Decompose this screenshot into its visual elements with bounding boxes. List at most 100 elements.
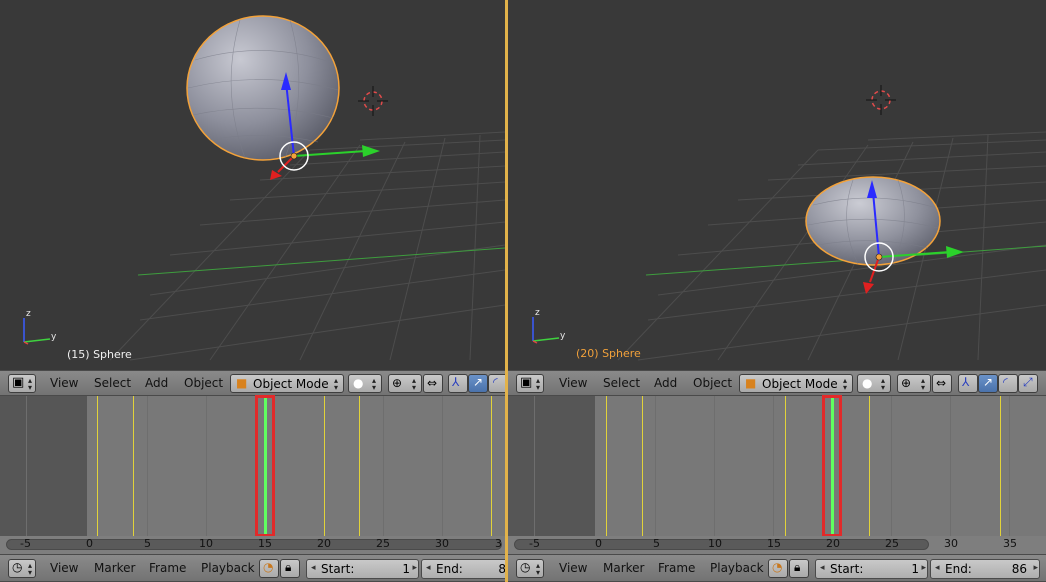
orange-cube-icon: ■ — [236, 376, 248, 390]
menu-frame[interactable]: Frame — [658, 561, 695, 575]
translate-button[interactable]: ↗ — [978, 374, 998, 393]
end-frame-field[interactable]: ◂ End: 86 ▸ — [930, 559, 1040, 579]
viewport-shading-dropdown[interactable]: ● ▴ ▾ — [857, 374, 891, 393]
end-label: End: — [945, 562, 972, 576]
manipulator-icon: ⇔ — [936, 376, 947, 390]
frame-ruler[interactable]: -5 0 5 10 15 20 25 30 35 — [508, 536, 1046, 554]
timeline-area[interactable] — [0, 395, 505, 537]
menu-view[interactable]: View — [50, 376, 78, 390]
menu-marker[interactable]: Marker — [603, 561, 644, 575]
chevron-left-icon: ◂ — [311, 563, 316, 573]
menu-playback[interactable]: Playback — [201, 561, 255, 575]
menu-playback[interactable]: Playback — [710, 561, 764, 575]
mode-dropdown[interactable]: ■ Object Mode ▴ ▾ — [739, 374, 853, 393]
manipulator-mode-button[interactable]: ⅄ — [958, 374, 978, 393]
keying-set-button[interactable]: ◔ — [259, 559, 279, 578]
ruler-tick: 35 — [1003, 537, 1017, 550]
timeline-gridline — [655, 396, 656, 536]
chevron-updown-icon: ▴ ▾ — [536, 561, 541, 577]
ruler-tick: 15 — [767, 537, 781, 550]
ruler-tick: 3 — [495, 537, 502, 550]
axes-icon: ⅄ — [452, 375, 460, 389]
menu-view[interactable]: View — [559, 561, 587, 575]
axes-icon: ⅄ — [962, 375, 970, 389]
pivot-point-dropdown[interactable]: ⊕ ▴ ▾ — [897, 374, 931, 393]
keying-set-button[interactable]: ◔ — [768, 559, 788, 578]
axis-gizmo-icon: z y — [23, 309, 57, 345]
menu-frame[interactable]: Frame — [149, 561, 186, 575]
timeline-area[interactable] — [508, 395, 1046, 537]
ruler-tick: 20 — [317, 537, 331, 550]
editor-type-button[interactable]: ▣ ▴ ▾ — [8, 374, 36, 393]
viewport-shading-dropdown[interactable]: ● ▴ ▾ — [348, 374, 382, 393]
translate-button[interactable]: ↗ — [468, 374, 488, 393]
editor-type-button[interactable]: ▣ ▴ ▾ — [516, 374, 544, 393]
clock-icon: ◷ — [520, 560, 531, 574]
menu-view[interactable]: View — [50, 561, 78, 575]
menu-select[interactable]: Select — [603, 376, 640, 390]
lock-icon: 🔒︎ — [794, 560, 801, 574]
3d-viewport[interactable]: z y (20) Sphere — [508, 0, 1046, 370]
timeline-scrollbar[interactable] — [6, 539, 502, 550]
timeline-gridline — [206, 396, 207, 536]
manipulator-toggle[interactable]: ⇔ — [932, 374, 952, 393]
translate-arrow-icon: ↗ — [473, 375, 484, 389]
chevron-updown-icon: ▴ ▾ — [843, 376, 848, 392]
menu-add[interactable]: Add — [145, 376, 168, 390]
start-frame-field[interactable]: ◂ Start: 1 ▸ — [815, 559, 928, 579]
timeline-gridline — [891, 396, 892, 536]
scale-button[interactable]: ⤢ — [1018, 374, 1038, 393]
chevron-updown-icon: ▴ ▾ — [334, 376, 339, 392]
active-object-label: (20) Sphere — [576, 347, 641, 360]
frame-ruler[interactable]: -5 0 5 10 15 20 25 30 3 — [0, 536, 505, 554]
lock-button[interactable]: 🔒︎ — [789, 559, 809, 578]
cube-icon: ▣ — [12, 375, 25, 390]
timeline-gridline — [1009, 396, 1010, 536]
editor-type-button[interactable]: ◷ ▴ ▾ — [8, 559, 36, 578]
3d-viewport[interactable]: z y (15) Sphere — [0, 0, 505, 370]
pivot-point-dropdown[interactable]: ⊕ ▴ ▾ — [388, 374, 422, 393]
start-frame-field[interactable]: ◂ Start: 1 ▸ — [306, 559, 419, 579]
keyframe-marker — [642, 396, 643, 536]
pivot-icon: ⊕ — [901, 376, 912, 390]
ruler-tick: 10 — [708, 537, 722, 550]
rotate-button[interactable]: ◜ — [488, 374, 505, 393]
mode-label: Object Mode — [253, 377, 329, 391]
ruler-tick: 30 — [944, 537, 958, 550]
keyframe-marker — [869, 396, 870, 536]
manipulator-toggle[interactable]: ⇔ — [423, 374, 443, 393]
menu-object[interactable]: Object — [184, 376, 223, 390]
timeline-gridline — [714, 396, 715, 536]
keying-set-icon: ◔ — [263, 560, 274, 574]
sphere-icon: ● — [862, 376, 873, 390]
menu-select[interactable]: Select — [94, 376, 131, 390]
menu-view[interactable]: View — [559, 376, 587, 390]
lock-button[interactable]: 🔒︎ — [280, 559, 300, 578]
keyframe-marker — [359, 396, 360, 536]
pivot-icon: ⊕ — [392, 376, 403, 390]
menu-add[interactable]: Add — [654, 376, 677, 390]
ruler-tick: 10 — [199, 537, 213, 550]
3d-cursor-icon — [866, 85, 896, 115]
end-frame-field[interactable]: ◂ End: 8 — [421, 559, 505, 579]
menu-object[interactable]: Object — [693, 376, 732, 390]
menu-marker[interactable]: Marker — [94, 561, 135, 575]
chevron-updown-icon: ▴ ▾ — [536, 376, 541, 392]
svg-text:y: y — [51, 332, 57, 342]
keyframe-marker — [491, 396, 492, 536]
mode-dropdown[interactable]: ■ Object Mode ▴ ▾ — [230, 374, 344, 393]
start-value: 1 — [402, 562, 410, 576]
svg-text:y: y — [560, 331, 566, 341]
viewport-scene: z y — [532, 85, 1046, 361]
start-value: 1 — [911, 562, 919, 576]
3d-view-header: ▣ ▴ ▾ View Select Add Object ■ Object Mod… — [508, 370, 1046, 396]
ruler-tick: -5 — [529, 537, 540, 550]
ruler-tick: -5 — [20, 537, 31, 550]
rotate-button[interactable]: ◜ — [998, 374, 1018, 393]
sphere-object[interactable] — [186, 15, 340, 161]
mode-label: Object Mode — [762, 377, 838, 391]
manipulator-mode-button[interactable]: ⅄ — [448, 374, 468, 393]
ruler-tick: 20 — [826, 537, 840, 550]
editor-type-button[interactable]: ◷ ▴ ▾ — [516, 559, 544, 578]
timeline-gridline — [147, 396, 148, 536]
